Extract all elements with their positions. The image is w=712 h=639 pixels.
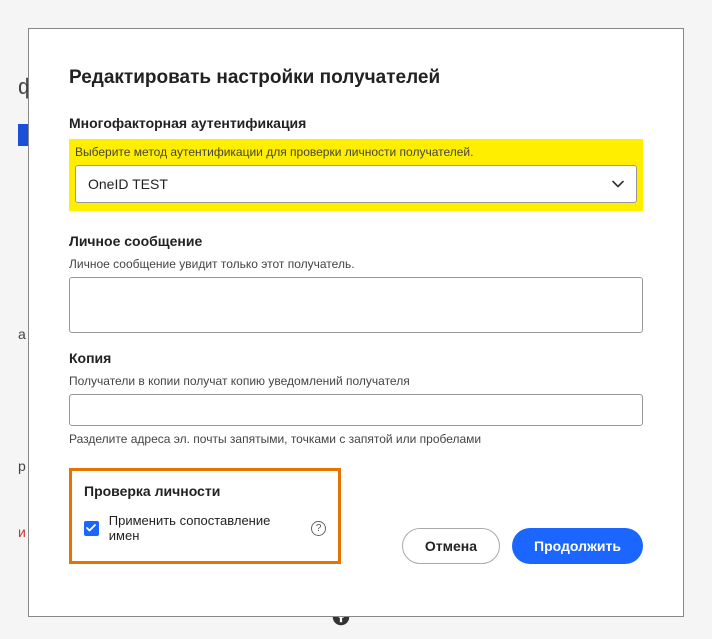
copy-hint: Получатели в копии получат копию уведомл… [69,374,643,388]
copy-emails-input[interactable] [69,394,643,426]
mfa-highlight: Выберите метод аутентификации для провер… [69,139,643,211]
copy-heading: Копия [69,350,643,366]
auth-method-select[interactable]: OneID TEST [75,165,637,203]
copy-helper: Разделите адреса эл. почты запятыми, точ… [69,432,643,446]
modal-bottom-row: Проверка личности Применить сопоставлени… [69,468,643,564]
bg-fragment: а [18,326,26,342]
continue-button[interactable]: Продолжить [512,528,643,564]
name-matching-label: Применить сопоставление имен [109,513,301,543]
personal-message-input[interactable] [69,277,643,333]
mfa-heading: Многофакторная аутентификация [69,115,643,131]
modal-title: Редактировать настройки получателей [69,67,643,89]
personal-message-heading: Личное сообщение [69,233,643,249]
personal-message-hint: Личное сообщение увидит только этот полу… [69,257,643,271]
identity-heading: Проверка личности [84,483,326,499]
personal-message-section: Личное сообщение Личное сообщение увидит… [69,233,643,338]
cancel-button[interactable]: Отмена [402,528,500,564]
chevron-down-icon [612,180,624,188]
copy-section: Копия Получатели в копии получат копию у… [69,350,643,446]
mfa-section: Многофакторная аутентификация Выберите м… [69,115,643,221]
bg-fragment: и [18,524,26,540]
auth-method-selected-value: OneID TEST [88,176,168,192]
name-matching-checkbox[interactable] [84,521,99,536]
modal-footer: Отмена Продолжить [402,528,643,564]
bg-fragment: р [18,458,26,474]
name-matching-row: Применить сопоставление имен ? [84,513,326,543]
help-icon[interactable]: ? [311,521,326,536]
edit-recipient-settings-modal: Редактировать настройки получателей Мног… [28,28,684,617]
identity-verification-section: Проверка личности Применить сопоставлени… [69,468,341,564]
bg-accent [18,124,28,146]
mfa-hint: Выберите метод аутентификации для провер… [75,145,637,159]
